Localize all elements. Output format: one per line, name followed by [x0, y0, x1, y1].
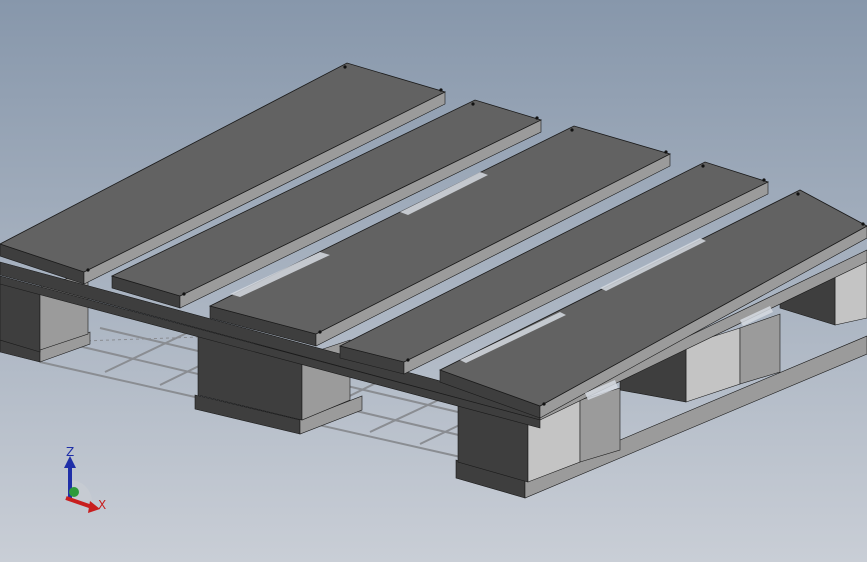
nail-head-icon: [86, 268, 90, 272]
nail-head-icon: [318, 330, 322, 334]
triad-origin-icon: [69, 487, 79, 497]
nail-head-icon: [570, 128, 574, 132]
nail-head-icon: [535, 116, 539, 120]
nail-head-icon: [861, 222, 865, 226]
graphics-viewport[interactable]: Z X: [0, 0, 867, 562]
nail-head-icon: [796, 192, 800, 196]
z-axis-label: Z: [66, 445, 75, 459]
nail-head-icon: [471, 102, 475, 106]
nail-head-icon: [701, 164, 705, 168]
nail-head-icon: [182, 292, 186, 296]
nail-head-icon: [439, 88, 443, 92]
nail-head-icon: [542, 402, 546, 406]
pallet-3d-model[interactable]: [0, 0, 867, 562]
nail-head-icon: [664, 150, 668, 154]
orientation-triad[interactable]: Z X: [52, 440, 122, 520]
x-axis-label: X: [98, 498, 107, 512]
triad-graphic: [64, 456, 100, 513]
nail-head-icon: [406, 358, 410, 362]
nail-head-icon: [343, 65, 347, 69]
nail-head-icon: [762, 178, 766, 182]
